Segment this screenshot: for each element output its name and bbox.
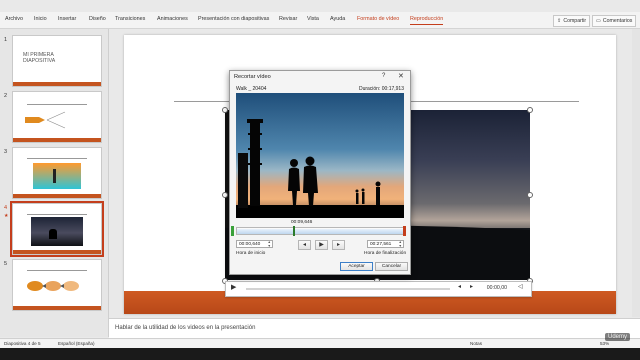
tab-ayuda[interactable]: Ayuda bbox=[330, 16, 345, 22]
couple-silhouette bbox=[49, 229, 57, 239]
tab-diseno[interactable]: Diseño bbox=[89, 16, 106, 22]
start-time-label: Hora de inicio bbox=[236, 251, 266, 256]
resize-handle[interactable] bbox=[527, 107, 533, 113]
slide-number: 2 bbox=[4, 93, 8, 99]
notes-text: Hablar de la utilidad de los videos en l… bbox=[115, 325, 256, 331]
spinner-icon[interactable]: ▲ ▼ bbox=[399, 240, 402, 248]
slide-footer-bar bbox=[13, 82, 101, 86]
slide-thumbnail-4[interactable] bbox=[10, 201, 104, 257]
end-trim-handle[interactable] bbox=[403, 226, 406, 236]
previous-frame-button[interactable]: ◂ bbox=[298, 240, 311, 250]
resize-handle[interactable] bbox=[527, 192, 533, 198]
slide-image bbox=[33, 163, 81, 189]
slide-number: 1 bbox=[4, 37, 8, 43]
trim-selected-range bbox=[237, 229, 403, 234]
share-label: Compartir bbox=[563, 18, 587, 24]
slide-rule bbox=[27, 104, 87, 105]
help-icon[interactable]: ? bbox=[382, 73, 385, 79]
start-trim-handle[interactable] bbox=[231, 226, 234, 236]
slide-number: 4 bbox=[4, 205, 8, 211]
cancel-button[interactable]: Cancelar bbox=[375, 262, 408, 271]
zoom-level[interactable]: 53% bbox=[600, 341, 609, 346]
start-time-field[interactable]: 00:00,640 ▲ ▼ bbox=[236, 240, 273, 248]
slide-rule bbox=[27, 158, 87, 159]
playback-time: 00:00,00 bbox=[486, 285, 507, 291]
playhead-handle[interactable] bbox=[293, 226, 295, 236]
spinner-icon[interactable]: ▲ ▼ bbox=[268, 240, 271, 248]
share-button[interactable]: ⇪ Compartir bbox=[553, 15, 591, 27]
next-frame-icon: ▸ bbox=[336, 242, 340, 248]
end-time-value: 00:27,561 bbox=[370, 242, 392, 247]
next-frame-button[interactable]: ▸ bbox=[332, 240, 345, 250]
slide1-title: MI PRIMERA DIAPOSITIVA bbox=[23, 52, 56, 64]
comment-icon: ▭ bbox=[596, 18, 601, 24]
tab-animaciones[interactable]: Animaciones bbox=[157, 16, 188, 22]
slide-counter: Diapositiva 4 de 5 bbox=[4, 341, 41, 346]
tab-presentacion[interactable]: Presentación con diapositivas bbox=[198, 16, 269, 22]
language-indicator[interactable]: Español (España) bbox=[58, 341, 95, 346]
play-button[interactable]: ▶ bbox=[315, 240, 328, 250]
tab-transiciones[interactable]: Transiciones bbox=[115, 16, 145, 22]
vertical-scrollbar[interactable] bbox=[632, 29, 640, 317]
dialog-title: Recortar vídeo bbox=[234, 74, 271, 80]
close-icon[interactable]: ✕ bbox=[398, 72, 404, 80]
slide-video-thumbnail bbox=[31, 217, 83, 246]
trim-video-dialog: Recortar vídeo ? ✕ Walk _ 20404 Duración… bbox=[229, 70, 411, 275]
slide-thumbnail-3[interactable] bbox=[12, 147, 102, 199]
speaker-notes-pane[interactable]: Hablar de la utilidad de los videos en l… bbox=[109, 318, 640, 339]
resize-handle[interactable] bbox=[222, 192, 228, 198]
sunset-couple-image bbox=[236, 93, 404, 218]
powerpoint-window: Archivo Inicio Insertar Diseño Transicio… bbox=[0, 0, 640, 360]
slide-number: 5 bbox=[4, 261, 8, 267]
figure-silhouette bbox=[53, 169, 56, 183]
tab-reproduccion[interactable]: Reproducción bbox=[410, 16, 444, 25]
video-name: Walk _ 20404 bbox=[236, 86, 267, 92]
trim-video-preview bbox=[236, 93, 404, 218]
slide-rule bbox=[27, 214, 87, 215]
start-time-value: 00:00,640 bbox=[239, 242, 261, 247]
step-back-icon[interactable]: ◂ bbox=[458, 283, 461, 290]
slide-thumbnail-2[interactable] bbox=[12, 91, 102, 143]
previous-frame-icon: ◂ bbox=[302, 242, 306, 248]
slide-footer-bar bbox=[13, 138, 101, 142]
slide-thumbnail-1[interactable]: MI PRIMERA DIAPOSITIVA bbox=[12, 35, 102, 87]
ribbon-tabs: Archivo Inicio Insertar Diseño Transicio… bbox=[0, 12, 640, 29]
play-icon[interactable]: ▶ bbox=[231, 283, 236, 291]
udemy-watermark: Udemy bbox=[604, 333, 630, 341]
tab-archivo[interactable]: Archivo bbox=[5, 16, 23, 22]
resize-handle[interactable] bbox=[222, 107, 228, 113]
slide-number: 3 bbox=[4, 149, 8, 155]
current-time-marker: 00:09,646 bbox=[291, 220, 313, 225]
star-icon: ★ bbox=[4, 213, 9, 219]
process-diagram-thumbnail bbox=[27, 281, 79, 291]
trim-timeline[interactable] bbox=[236, 227, 404, 235]
tab-revisar[interactable]: Revisar bbox=[279, 16, 297, 22]
comments-label: Comentarios bbox=[602, 18, 633, 24]
tab-vista[interactable]: Vista bbox=[307, 16, 319, 22]
notes-toggle[interactable]: Notas bbox=[470, 341, 482, 346]
end-time-label: Hora de finalización bbox=[364, 251, 407, 256]
share-icon: ⇪ bbox=[557, 18, 562, 24]
play-icon: ▶ bbox=[319, 242, 324, 248]
step-forward-icon[interactable]: ▸ bbox=[470, 283, 473, 290]
slide-rule bbox=[27, 270, 87, 271]
tab-inicio[interactable]: Inicio bbox=[34, 16, 47, 22]
slide-footer-bar bbox=[13, 194, 101, 198]
video-letterbox bbox=[0, 348, 640, 360]
volume-icon[interactable]: ◁ bbox=[518, 283, 523, 290]
video-player-controls: ▶ ◂ ▸ 00:00,00 ◁ bbox=[225, 281, 532, 297]
duration-label: Duración: 00:17,913 bbox=[358, 86, 404, 92]
slide-thumbnail-5[interactable] bbox=[12, 259, 102, 311]
accept-button[interactable]: Aceptar bbox=[340, 262, 373, 271]
slide-thumbnails-pane: 1 MI PRIMERA DIAPOSITIVA 2 3 4 ★ 5 bbox=[0, 29, 109, 337]
tab-insertar[interactable]: Insertar bbox=[58, 16, 76, 22]
playback-progress-track[interactable] bbox=[246, 288, 450, 290]
tab-formato-de-video[interactable]: Formato de vídeo bbox=[357, 16, 399, 22]
end-time-field[interactable]: 00:27,561 ▲ ▼ bbox=[367, 240, 404, 248]
slide-footer-bar bbox=[13, 250, 101, 254]
comments-button[interactable]: ▭ Comentarios bbox=[592, 15, 637, 27]
slide-footer-bar bbox=[13, 306, 101, 310]
diagram-thumbnail bbox=[25, 111, 66, 129]
